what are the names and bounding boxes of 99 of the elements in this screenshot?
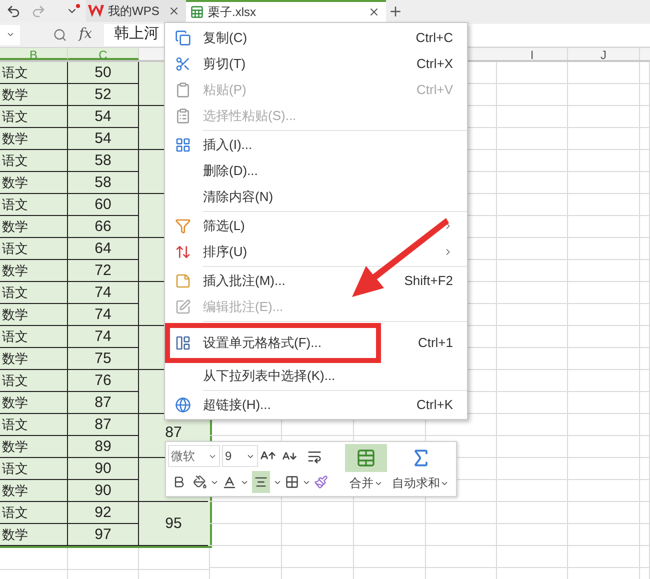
- fill-color-icon[interactable]: [193, 475, 207, 489]
- table-cell: 90: [68, 458, 139, 479]
- table-cell: 语文: [0, 62, 68, 83]
- table-cell: 语文: [0, 502, 68, 523]
- clipboard-icon: [175, 82, 191, 98]
- table-cell: 74: [68, 282, 139, 303]
- shortcut-text: Ctrl+1: [418, 334, 453, 352]
- spreadsheet-icon: [190, 5, 204, 19]
- table-cell: 72: [68, 260, 139, 281]
- shortcut-text: Ctrl+V: [416, 81, 453, 100]
- table-cell: 97: [68, 524, 139, 545]
- function-button[interactable]: fx: [79, 24, 92, 45]
- table-cell: 语文: [0, 370, 68, 391]
- shortcut-text: Shift+F2: [404, 272, 453, 290]
- table-cell: 58: [68, 150, 139, 171]
- new-tab-icon[interactable]: [388, 4, 403, 18]
- table-cell: 语文: [0, 414, 68, 435]
- table-cell: 95: [165, 515, 182, 532]
- table-cell: 74: [68, 304, 139, 325]
- shortcut-text: Ctrl+K: [416, 396, 453, 414]
- menu-item[interactable]: 设置单元格格式(F)... Ctrl+1: [165, 323, 467, 363]
- clipboard-icon: [175, 108, 191, 124]
- undo-icon[interactable]: [6, 4, 21, 18]
- table-cell: 50: [68, 62, 139, 83]
- table-cell: 54: [68, 106, 139, 127]
- borders-icon[interactable]: [285, 475, 299, 489]
- table-cell: 75: [68, 348, 139, 369]
- menu-item[interactable]: 插入(I)...: [165, 132, 467, 158]
- table-cell: 92: [68, 502, 139, 523]
- table-icon: [175, 335, 191, 351]
- zoom-icon[interactable]: [53, 28, 67, 42]
- note-icon: [175, 273, 191, 289]
- table-cell: 58: [68, 172, 139, 193]
- table-cell: 语文: [0, 282, 68, 303]
- menu-item[interactable]: 从下拉列表中选择(K)...: [165, 363, 467, 389]
- tab[interactable]: 栗子.xlsx: [186, 0, 386, 22]
- menu-item[interactable]: 筛选(L): [165, 213, 467, 239]
- table-cell: 数学: [0, 392, 68, 413]
- table-cell: 数学: [0, 436, 68, 457]
- table-cell: 语文: [0, 106, 68, 127]
- globe-icon: [175, 397, 191, 413]
- shortcut-text: Ctrl+X: [416, 55, 453, 74]
- table-cell: 数学: [0, 260, 68, 281]
- menu-item[interactable]: 超链接(H)... Ctrl+K: [165, 392, 467, 418]
- table-cell: 66: [68, 216, 139, 237]
- table-cell: 89: [68, 436, 139, 457]
- table-cell: 语文: [0, 326, 68, 347]
- align-center-icon: [254, 475, 268, 489]
- table-cell: 数学: [0, 480, 68, 501]
- align-center-button[interactable]: [252, 471, 270, 493]
- font-size-field[interactable]: 9: [222, 445, 258, 467]
- font-color-icon[interactable]: [222, 474, 237, 490]
- scissors-icon: [175, 56, 191, 72]
- shortcut-text: Ctrl+C: [416, 29, 453, 48]
- table-cell: 数学: [0, 348, 68, 369]
- copy-icon: [175, 30, 191, 46]
- close-icon[interactable]: [368, 6, 380, 18]
- column-header[interactable]: I: [497, 48, 568, 60]
- autosum-button[interactable]: 自动求和: [387, 444, 454, 494]
- table-cell: 数学: [0, 172, 68, 193]
- caret-icon: [6, 30, 14, 39]
- sort-icon: [175, 244, 191, 260]
- table-cell: 54: [68, 128, 139, 149]
- table-cell: 87: [68, 392, 139, 413]
- menu-item[interactable]: 插入批注(M)... Shift+F2: [165, 268, 467, 294]
- table-cell: 74: [68, 326, 139, 347]
- table-cell: 87: [68, 414, 139, 435]
- menu-item[interactable]: 删除(D)...: [165, 158, 467, 184]
- table-cell: 数学: [0, 304, 68, 325]
- filter-icon: [175, 218, 191, 234]
- table-cell: 语文: [0, 238, 68, 259]
- table-cell: 数学: [0, 84, 68, 105]
- wrap-text-icon[interactable]: [307, 448, 322, 464]
- menu-item[interactable]: 剪切(T) Ctrl+X: [165, 51, 467, 77]
- table-cell: 52: [68, 84, 139, 105]
- pencil-icon: [175, 299, 191, 315]
- table-cell: 语文: [0, 458, 68, 479]
- tab[interactable]: 我的WPS: [86, 0, 186, 22]
- font-field[interactable]: 微软: [168, 445, 220, 467]
- menu-item[interactable]: 清除内容(N): [165, 184, 467, 210]
- table-cell: 数学: [0, 524, 68, 545]
- bold-icon[interactable]: [172, 475, 186, 489]
- format-painter-icon[interactable]: [314, 475, 328, 489]
- grid-icon: [175, 137, 191, 153]
- table-cell: 语文: [0, 150, 68, 171]
- merge-cells-icon: [356, 448, 376, 468]
- table-cell: 语文: [0, 194, 68, 215]
- table-cell: 数学: [0, 216, 68, 237]
- table-cell: 60: [68, 194, 139, 215]
- table-cell: 76: [68, 370, 139, 391]
- table-cell: 64: [68, 238, 139, 259]
- table-cell: 87: [165, 424, 182, 441]
- wps-logo-icon: [88, 5, 104, 17]
- menu-item[interactable]: 排序(U): [165, 239, 467, 265]
- column-header[interactable]: J: [568, 48, 640, 60]
- table-cell: 90: [68, 480, 139, 501]
- close-icon[interactable]: [168, 5, 180, 17]
- menu-item[interactable]: 复制(C) Ctrl+C: [165, 25, 467, 51]
- table-cell: 数学: [0, 128, 68, 149]
